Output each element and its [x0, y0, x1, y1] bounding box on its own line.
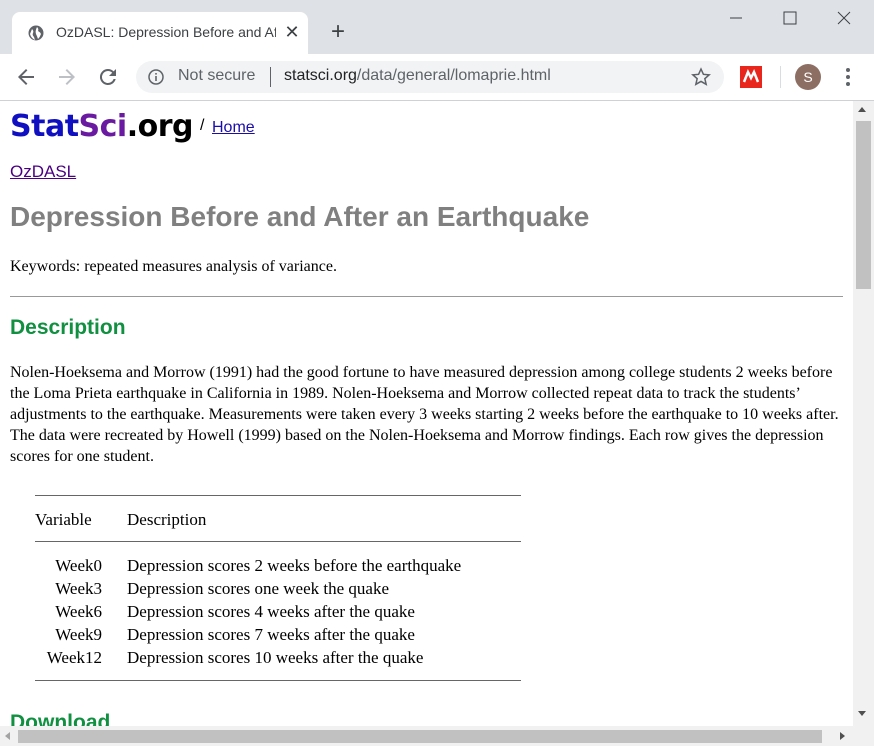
statsci-logo[interactable]: StatSci.org	[10, 109, 194, 144]
table-row-variable: Week3	[55, 579, 102, 598]
omnibox-divider	[270, 67, 271, 87]
window-close-icon[interactable]	[834, 8, 854, 28]
vertical-scroll-thumb[interactable]	[856, 121, 871, 289]
logo-part-org: .org	[126, 109, 194, 144]
ozdasl-link[interactable]: OzDASL	[10, 162, 76, 182]
logo-part-sci: Sci	[78, 109, 128, 144]
table-row-variable: Week6	[55, 602, 102, 621]
table-row-variable: Week12	[46, 648, 102, 667]
info-icon[interactable]	[148, 69, 164, 85]
bookmark-star-icon[interactable]	[691, 67, 711, 87]
extension-icon[interactable]	[740, 66, 762, 88]
horizontal-scrollbar[interactable]	[0, 726, 874, 746]
vertical-scrollbar[interactable]	[853, 101, 874, 726]
url-text[interactable]: statsci.org/data/general/lomaprie.html	[284, 67, 551, 85]
toolbar-divider	[780, 66, 781, 88]
scroll-left-arrow-icon[interactable]	[5, 732, 10, 740]
keywords-text: Keywords: repeated measures analysis of …	[10, 258, 337, 275]
minimize-icon[interactable]	[726, 8, 746, 28]
description-paragraph: Nolen-Hoeksema and Morrow (1991) had the…	[10, 364, 839, 465]
back-arrow-icon[interactable]	[14, 65, 38, 89]
horizontal-scroll-thumb[interactable]	[18, 730, 822, 743]
page-title: Depression Before and After an Earthquak…	[10, 201, 590, 232]
table-row-variable: Week9	[55, 625, 102, 644]
table-row-description: Depression scores one week the quake	[127, 579, 389, 598]
reload-icon[interactable]	[96, 65, 120, 89]
kebab-menu-icon[interactable]	[838, 66, 858, 88]
globe-icon	[28, 25, 44, 41]
logo-part-stat: Stat	[10, 109, 79, 144]
url-host: statsci.org	[284, 67, 357, 84]
security-label: Not secure	[178, 67, 256, 84]
tab-close-icon[interactable]: ✕	[282, 22, 302, 42]
description-heading: Description	[10, 316, 126, 339]
scroll-down-arrow-icon[interactable]	[858, 711, 866, 716]
browser-toolbar: Not secure statsci.org/data/general/loma…	[0, 54, 874, 101]
table-row-variable: Week0	[55, 556, 102, 575]
table-row-description: Depression scores 4 weeks after the quak…	[127, 602, 415, 621]
table-bottom-rule	[35, 680, 521, 681]
horizontal-rule	[10, 296, 843, 297]
table-header-rule	[35, 541, 521, 542]
browser-tab[interactable]: OzDASL: Depression Before and After an E…	[12, 12, 308, 54]
tab-title: OzDASL: Depression Before and After an E…	[56, 24, 276, 40]
breadcrumb-separator: /	[200, 117, 205, 134]
tab-strip: OzDASL: Depression Before and After an E…	[0, 0, 874, 54]
profile-avatar[interactable]: S	[795, 64, 821, 90]
table-header-description: Description	[127, 510, 207, 529]
address-bar[interactable]: Not secure statsci.org/data/general/loma…	[136, 61, 724, 93]
scroll-right-arrow-icon[interactable]	[840, 732, 845, 740]
table-header-variable: Variable	[35, 510, 92, 529]
forward-arrow-icon[interactable]	[55, 65, 79, 89]
new-tab-button[interactable]: +	[326, 20, 350, 44]
maximize-icon[interactable]	[780, 8, 800, 28]
url-path: /data/general/lomaprie.html	[356, 67, 551, 84]
page-viewport: StatSci.org / Home OzDASL Depression Bef…	[0, 101, 853, 726]
home-link[interactable]: Home	[212, 119, 255, 137]
scroll-up-arrow-icon[interactable]	[858, 107, 866, 112]
table-top-rule	[35, 495, 521, 496]
table-row-description: Depression scores 2 weeks before the ear…	[127, 556, 462, 575]
table-row-description: Depression scores 7 weeks after the quak…	[127, 625, 415, 644]
table-row-description: Depression scores 10 weeks after the qua…	[127, 648, 424, 667]
download-heading: Download	[10, 711, 111, 726]
